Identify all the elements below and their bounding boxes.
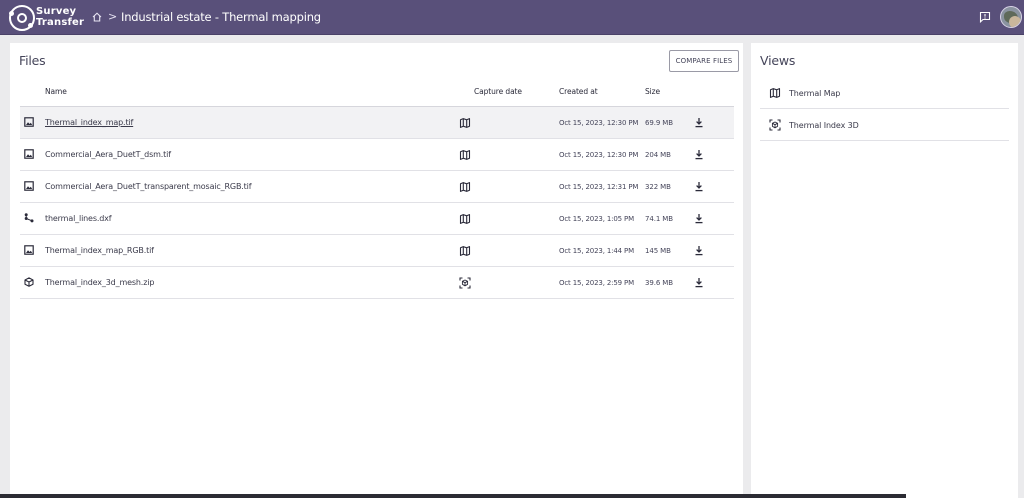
logo-line-2: Transfer	[36, 17, 85, 28]
home-icon[interactable]	[92, 12, 102, 22]
map-icon[interactable]	[459, 181, 471, 193]
breadcrumb-title: Industrial estate - Thermal mapping	[121, 10, 321, 24]
column-name-header[interactable]: Name	[45, 87, 67, 97]
image-icon	[24, 181, 34, 191]
file-name[interactable]: Commercial_Aera_DuetT_transparent_mosaic…	[45, 181, 252, 192]
download-icon[interactable]	[694, 213, 704, 224]
image-icon	[24, 149, 34, 159]
map-icon[interactable]	[459, 117, 471, 129]
table-row[interactable]: thermal_lines.dxf Oct 15, 2023, 1:05 PM …	[20, 203, 734, 235]
column-capture-date-header[interactable]: Capture date	[474, 87, 522, 97]
view-item-thermal-index-3d[interactable]: Thermal Index 3D	[760, 109, 1009, 141]
file-size: 69.9 MB	[645, 119, 673, 127]
view-label: Thermal Map	[789, 89, 841, 98]
3d-view-icon	[769, 119, 781, 131]
files-title: Files	[19, 53, 46, 68]
column-size-header[interactable]: Size	[645, 87, 660, 97]
feedback-icon[interactable]	[979, 11, 991, 23]
logo-line-1: Survey	[36, 6, 77, 17]
table-row[interactable]: Thermal_index_map.tif Oct 15, 2023, 12:3…	[20, 107, 734, 139]
created-at: Oct 15, 2023, 12:31 PM	[559, 183, 639, 191]
file-size: 322 MB	[645, 183, 671, 191]
compare-files-button[interactable]: COMPARE FILES	[669, 50, 739, 72]
file-name[interactable]: thermal_lines.dxf	[45, 213, 112, 224]
file-size: 204 MB	[645, 151, 671, 159]
created-at: Oct 15, 2023, 12:30 PM	[559, 119, 639, 127]
views-title: Views	[760, 53, 796, 68]
map-icon[interactable]	[459, 213, 471, 225]
image-icon	[24, 245, 34, 255]
created-at: Oct 15, 2023, 1:05 PM	[559, 215, 635, 223]
file-name[interactable]: Commercial_Aera_DuetT_dsm.tif	[45, 149, 171, 160]
breadcrumb-separator: >	[108, 10, 118, 23]
download-icon[interactable]	[694, 245, 704, 256]
column-created-at-header[interactable]: Created at	[559, 87, 598, 97]
file-size: 145 MB	[645, 247, 671, 255]
file-size: 39.6 MB	[645, 279, 673, 287]
map-icon[interactable]	[459, 149, 471, 161]
map-icon	[769, 88, 781, 98]
window-bottom-edge	[0, 494, 906, 498]
file-name[interactable]: Thermal_index_map.tif	[45, 117, 133, 128]
download-icon[interactable]	[694, 149, 704, 160]
share-vector-icon	[24, 213, 34, 223]
cube-icon	[24, 277, 34, 287]
map-icon[interactable]	[459, 245, 471, 257]
created-at: Oct 15, 2023, 2:59 PM	[559, 279, 635, 287]
table-row[interactable]: Commercial_Aera_DuetT_transparent_mosaic…	[20, 171, 734, 203]
table-row[interactable]: Commercial_Aera_DuetT_dsm.tif Oct 15, 20…	[20, 139, 734, 171]
view-label: Thermal Index 3D	[789, 121, 859, 130]
image-icon	[24, 117, 34, 127]
download-icon[interactable]	[694, 277, 704, 288]
download-icon[interactable]	[694, 181, 704, 192]
file-size: 74.1 MB	[645, 215, 673, 223]
top-bar: Survey Transfer > Industrial estate - Th…	[0, 0, 1024, 35]
download-icon[interactable]	[694, 117, 704, 128]
logo[interactable]: Survey Transfer	[9, 5, 87, 31]
logo-mark-icon	[9, 5, 35, 31]
avatar[interactable]	[1000, 6, 1022, 28]
file-name[interactable]: Thermal_index_3d_mesh.zip	[45, 277, 154, 288]
3d-view-icon[interactable]	[459, 277, 471, 289]
table-row[interactable]: Thermal_index_3d_mesh.zip Oct 15, 2023, …	[20, 267, 734, 299]
view-item-thermal-map[interactable]: Thermal Map	[760, 77, 1009, 109]
files-panel: Files COMPARE FILES Name Capture date Cr…	[10, 43, 743, 498]
logo-text: Survey Transfer	[36, 6, 84, 28]
created-at: Oct 15, 2023, 12:30 PM	[559, 151, 639, 159]
views-panel: Views Thermal Map Thermal Index 3D	[751, 43, 1018, 498]
file-name[interactable]: Thermal_index_map_RGB.tif	[45, 245, 154, 256]
created-at: Oct 15, 2023, 1:44 PM	[559, 247, 635, 255]
table-row[interactable]: Thermal_index_map_RGB.tif Oct 15, 2023, …	[20, 235, 734, 267]
